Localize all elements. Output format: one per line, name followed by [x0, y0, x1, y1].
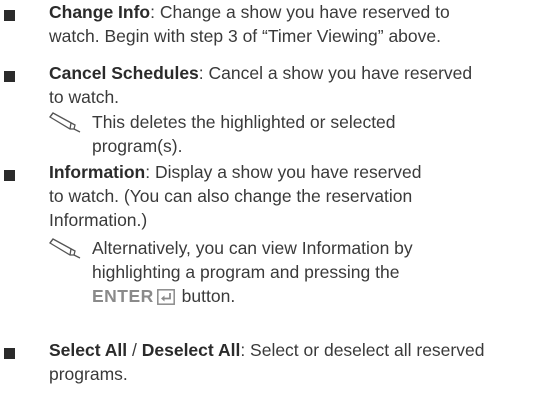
note-pencil-icon	[49, 112, 81, 133]
item-desc-line3: Information.)	[49, 210, 148, 230]
item-desc-line2: to watch.	[49, 87, 120, 107]
note-line1: Alternatively, you can view Information …	[92, 238, 413, 258]
note-text: Alternatively, you can view Information …	[92, 236, 532, 308]
item-separator: /	[127, 340, 142, 360]
item-desc-line1: : Cancel a show you have reserved	[198, 63, 473, 83]
item-desc-line1: : Display a show you have reserved	[145, 162, 422, 182]
item-desc-line2: to watch. (You can also change the reser…	[49, 186, 413, 206]
note-text: This deletes the highlighted or selected…	[92, 110, 532, 158]
item-text: Change Info: Change a show you have rese…	[49, 0, 533, 48]
item-term: Information	[49, 162, 146, 182]
item-text: Cancel Schedules: Cancel a show you have…	[49, 61, 533, 109]
item-desc-line2: programs.	[49, 364, 128, 384]
item-desc-line1: : Select or deselect all reserved	[240, 340, 485, 360]
item-text: Information: Display a show you have res…	[49, 160, 533, 232]
item-term: Change Info	[49, 2, 151, 22]
bullet-square-icon	[4, 348, 15, 359]
note-line2: program(s).	[92, 136, 183, 156]
item-term-2: Deselect All	[141, 340, 241, 360]
bullet-square-icon	[4, 170, 15, 181]
bullet-square-icon	[4, 71, 15, 82]
item-desc-line2: watch. Begin with step 3 of “Timer Viewi…	[49, 26, 441, 46]
item-desc-line1: : Change a show you have reserved to	[150, 2, 450, 22]
manual-page: Change Info: Change a show you have rese…	[0, 0, 535, 410]
enter-key-icon	[156, 289, 175, 305]
enter-label: ENTER	[92, 286, 154, 306]
note-line3-suffix: button.	[176, 286, 236, 306]
note-line1: This deletes the highlighted or selected	[92, 112, 396, 132]
note-line2: highlighting a program and pressing the	[92, 262, 400, 282]
item-term: Cancel Schedules	[49, 63, 199, 83]
item-text: Select All / Deselect All: Select or des…	[49, 338, 533, 386]
bullet-square-icon	[4, 10, 15, 21]
note-pencil-icon	[49, 238, 81, 259]
item-term: Select All	[49, 340, 128, 360]
note-line3: ENTER button.	[92, 284, 532, 308]
